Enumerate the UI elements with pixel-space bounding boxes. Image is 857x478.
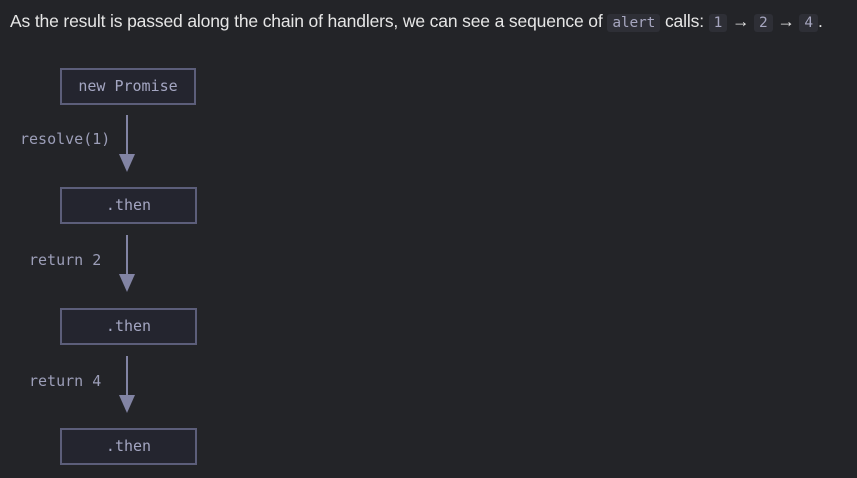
diagram-arrows — [119, 115, 135, 413]
arrow-down-icon — [119, 356, 135, 413]
arrow-down-icon — [119, 115, 135, 172]
arrow-down-icon — [119, 235, 135, 292]
